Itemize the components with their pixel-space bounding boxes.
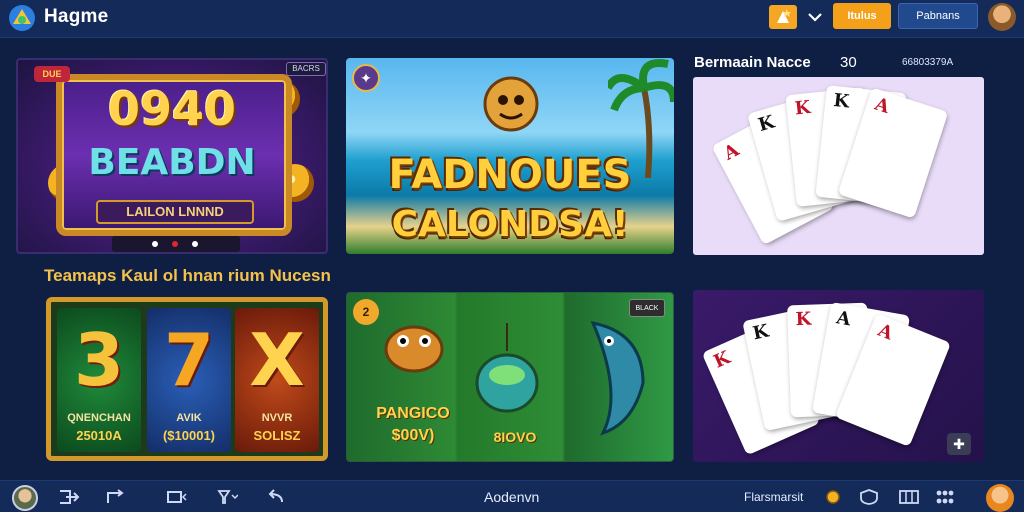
- user-avatar[interactable]: [986, 484, 1014, 512]
- reel-value: SOLISZ: [253, 428, 301, 443]
- section-code: 66803379A: [902, 57, 954, 68]
- avatar[interactable]: [988, 3, 1016, 31]
- reel: X NVVR SOLISZ: [235, 308, 319, 452]
- star-button[interactable]: [769, 5, 797, 29]
- reel-label: QNENCHAN: [67, 412, 131, 424]
- bottom-bar: Aodenvn Flarsmarsit: [0, 480, 1024, 512]
- game-title-line2: BEABDN: [88, 142, 256, 183]
- game-card-fishing[interactable]: 2 BLACK PANGICO $00V) 8IOVO: [346, 292, 674, 462]
- reel-symbol: 3: [73, 318, 125, 402]
- frog-icon: [384, 325, 444, 373]
- card-badge-icon: ✦: [352, 64, 380, 92]
- game-card-reels[interactable]: 3 QNENCHAN 25010A 7 AVIK ($10001) X NVVR…: [46, 297, 328, 461]
- add-icon[interactable]: ✚: [947, 433, 971, 455]
- control-dot[interactable]: [152, 241, 158, 247]
- reel-symbol: 7: [163, 318, 215, 402]
- control-dot-active[interactable]: [172, 241, 178, 247]
- shield-icon[interactable]: [858, 489, 880, 505]
- game-banner: LAILON LNNND: [96, 200, 254, 224]
- reel-symbol: X: [249, 318, 305, 402]
- filter-icon[interactable]: [216, 489, 238, 505]
- reel: 7 AVIK ($10001): [147, 308, 231, 452]
- game-card-beach[interactable]: ✦ FADNOUES CALONDSA!: [346, 58, 674, 254]
- game-card-slots-featured[interactable]: 0940 BEABDN LAILON LNNND DUE BACRS: [16, 58, 328, 254]
- game-title-line1: 0940: [107, 82, 237, 136]
- lure-icon: [475, 323, 539, 413]
- game-card-poker-dark[interactable]: K K K A A ✚: [693, 290, 984, 462]
- reel-label: AVIK: [176, 412, 202, 424]
- reel: 3 QNENCHAN 25010A: [57, 308, 141, 452]
- card-tag: DUE: [34, 66, 70, 82]
- reel-label: NVVR: [261, 412, 293, 424]
- top-bar: Hagme Itulus Pabnans: [0, 0, 1024, 38]
- game-value-2: 8IOVO: [493, 429, 537, 445]
- section-heading: Bermaain Nacce: [694, 54, 811, 71]
- dots-icon[interactable]: [934, 489, 956, 505]
- section-heading: Teamaps Kaul ol hnan rium Nucesn: [44, 266, 331, 285]
- app-title: Hagme: [44, 6, 109, 27]
- back-icon[interactable]: [264, 489, 286, 505]
- secondary-button[interactable]: Pabnans: [898, 3, 978, 29]
- window-icon[interactable]: [166, 489, 188, 505]
- profile-avatar[interactable]: [12, 485, 38, 511]
- exit-icon[interactable]: [58, 489, 80, 505]
- game-title-line1: FADNOUES: [388, 152, 632, 198]
- grid-icon[interactable]: [898, 489, 920, 505]
- game-controls: [112, 236, 240, 252]
- card-badge: 2: [353, 299, 379, 325]
- game-card-poker[interactable]: A K K K A: [693, 77, 984, 255]
- reel-value: ($10001): [162, 428, 216, 443]
- chevron-down-icon[interactable]: [806, 8, 824, 26]
- mascot-icon: [483, 76, 539, 132]
- control-dot[interactable]: [192, 241, 198, 247]
- coin-icon[interactable]: [822, 489, 844, 505]
- fish-icon: [590, 320, 645, 436]
- section-count: 30: [840, 54, 857, 71]
- app-logo-icon[interactable]: [8, 4, 36, 32]
- share-icon[interactable]: [104, 489, 126, 505]
- star-icon: [777, 9, 791, 23]
- game-label: PANGICO: [376, 405, 450, 422]
- game-value: $00V): [391, 427, 435, 444]
- primary-button[interactable]: Itulus: [833, 3, 891, 29]
- reel-value: 25010A: [76, 428, 122, 443]
- game-title-line2: CALONDSA!: [391, 204, 629, 245]
- bottom-right-label[interactable]: Flarsmarsit: [744, 490, 803, 504]
- card-tag-right: BACRS: [286, 62, 326, 76]
- card-tag: BLACK: [629, 299, 665, 317]
- bottom-center-label[interactable]: Aodenvn: [484, 489, 539, 505]
